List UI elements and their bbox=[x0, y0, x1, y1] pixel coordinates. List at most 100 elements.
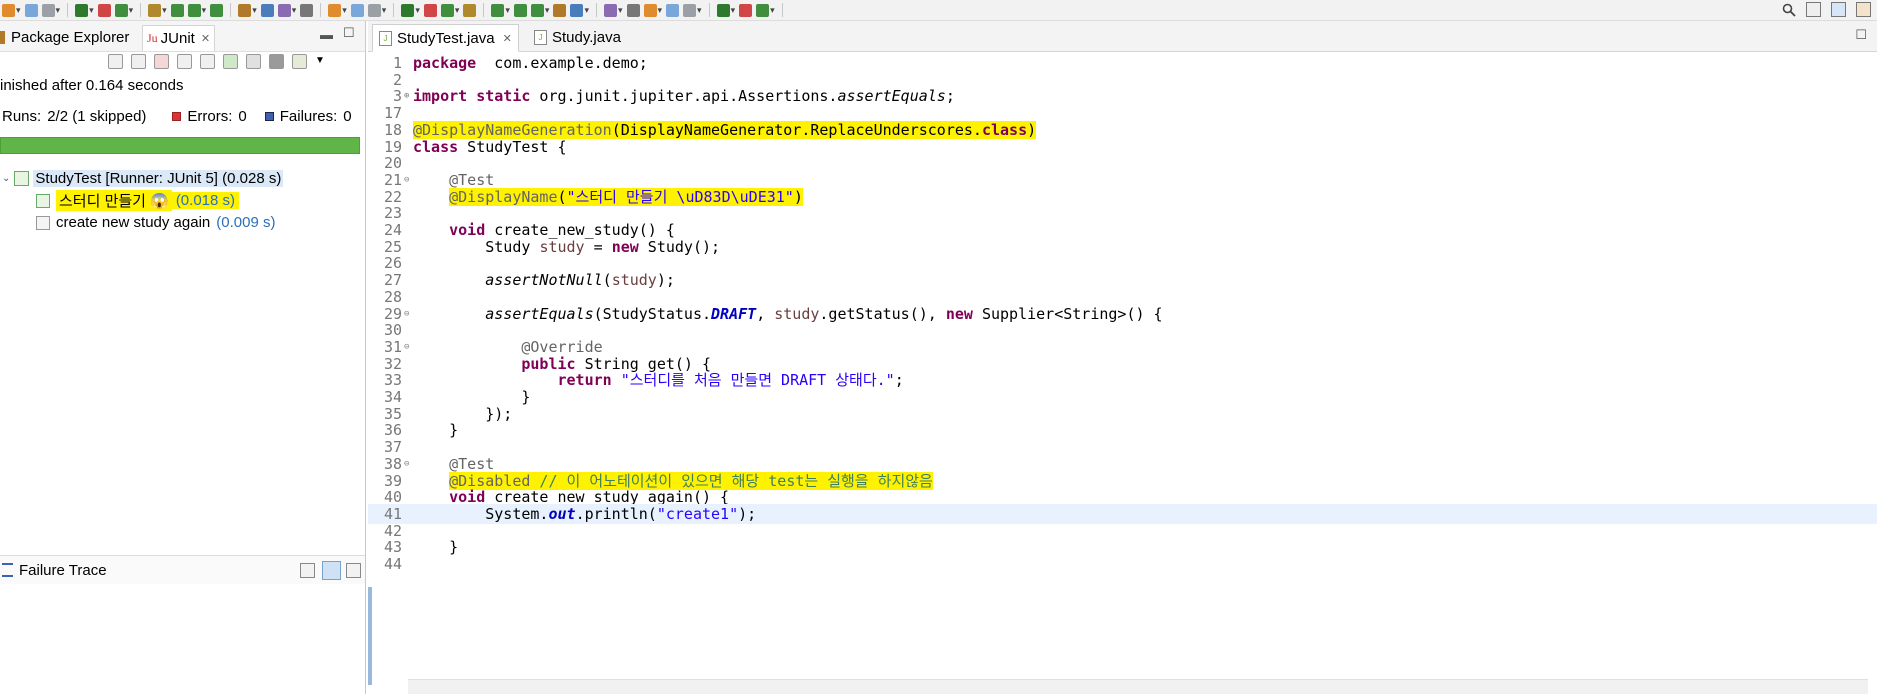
close-icon[interactable]: ✕ bbox=[201, 32, 210, 45]
toolbar-button[interactable]: ▾ bbox=[238, 2, 257, 18]
filter-stack-icon[interactable] bbox=[322, 561, 341, 580]
chevron-down-icon[interactable]: ▾ bbox=[618, 2, 623, 18]
chevron-down-icon[interactable]: ▾ bbox=[455, 2, 460, 18]
chevron-down-icon[interactable]: ⌄ bbox=[2, 173, 10, 184]
history-icon[interactable] bbox=[292, 54, 307, 69]
perspective-icon[interactable] bbox=[1806, 2, 1821, 17]
toolbar-button[interactable]: ▾ bbox=[328, 2, 347, 18]
tree-item-create-study-again[interactable]: create new study again (0.009 s) bbox=[36, 212, 275, 233]
minimize-icon[interactable]: ▬ bbox=[320, 27, 333, 42]
toolbar-button[interactable]: ▾ bbox=[401, 2, 420, 18]
toolbar-action-icon bbox=[75, 3, 89, 17]
chevron-down-icon[interactable]: ▾ bbox=[770, 2, 775, 18]
toolbar-button[interactable]: ▾ bbox=[187, 2, 207, 18]
toolbar-button[interactable]: ▾ bbox=[367, 2, 387, 18]
show-failures-only-icon[interactable] bbox=[154, 54, 169, 69]
scroll-lock-icon[interactable] bbox=[177, 54, 192, 69]
chevron-down-icon[interactable]: ▾ bbox=[56, 2, 61, 18]
toolbar-button[interactable] bbox=[260, 2, 274, 18]
debug-perspective-icon[interactable] bbox=[1856, 2, 1871, 17]
chevron-down-icon[interactable]: ▾ bbox=[505, 2, 510, 18]
tab-studytest-java[interactable]: J StudyTest.java ✕ bbox=[372, 24, 519, 52]
toolbar-action-icon bbox=[716, 3, 730, 17]
java-perspective-icon[interactable] bbox=[1831, 2, 1846, 17]
toolbar-action-icon bbox=[553, 3, 567, 17]
line-number: 44 bbox=[383, 555, 402, 573]
chevron-down-icon[interactable]: ▾ bbox=[731, 2, 736, 18]
test-passed-icon bbox=[36, 193, 50, 208]
toolbar-button[interactable]: ▾ bbox=[603, 2, 623, 18]
toolbar-button[interactable] bbox=[97, 2, 111, 18]
toolbar-button[interactable] bbox=[739, 2, 753, 18]
toolbar-button[interactable]: ▾ bbox=[2, 2, 21, 18]
layout-icon[interactable] bbox=[200, 54, 215, 69]
toolbar-button[interactable]: ▾ bbox=[491, 2, 510, 18]
toolbar-button[interactable]: ▾ bbox=[277, 2, 297, 18]
chevron-down-icon[interactable]: ▾ bbox=[252, 2, 257, 18]
tab-package-explorer[interactable]: Package Explorer bbox=[0, 26, 129, 48]
failures-label: Failures: bbox=[279, 108, 338, 125]
toolbar-button[interactable]: ▾ bbox=[683, 2, 702, 18]
chevron-down-icon[interactable]: ▾ bbox=[162, 2, 167, 18]
toolbar-button[interactable] bbox=[666, 2, 680, 18]
tab-junit[interactable]: Ju JUnit ✕ bbox=[142, 25, 216, 51]
rerun-failed-icon[interactable] bbox=[246, 54, 261, 69]
chevron-down-icon[interactable]: ▾ bbox=[415, 2, 420, 18]
toolbar-action-icon bbox=[350, 3, 364, 17]
tab-study-java[interactable]: J Study.java bbox=[528, 24, 627, 50]
previous-failure-icon[interactable] bbox=[131, 54, 146, 69]
toolbar-separator bbox=[781, 3, 783, 17]
chevron-down-icon[interactable]: ▾ bbox=[16, 2, 21, 18]
toolbar-button[interactable] bbox=[626, 2, 640, 18]
failure-trace-icon bbox=[2, 563, 13, 577]
rerun-icon[interactable] bbox=[223, 54, 238, 69]
stop-icon[interactable] bbox=[269, 54, 284, 69]
toolbar-button[interactable]: ▾ bbox=[643, 2, 663, 18]
next-failure-icon[interactable] bbox=[108, 54, 123, 69]
chevron-down-icon[interactable]: ▾ bbox=[292, 2, 297, 18]
toolbar-button[interactable]: ▾ bbox=[440, 2, 460, 18]
toolbar-button[interactable] bbox=[170, 2, 184, 18]
chevron-down-icon[interactable]: ▾ bbox=[382, 2, 387, 18]
horizontal-scrollbar[interactable] bbox=[408, 679, 1868, 694]
junit-icon: Ju bbox=[147, 31, 158, 45]
toolbar-button[interactable] bbox=[423, 2, 437, 18]
toolbar-button[interactable]: ▾ bbox=[41, 2, 61, 18]
toolbar-button[interactable] bbox=[463, 2, 477, 18]
toolbar-button[interactable] bbox=[210, 2, 224, 18]
chevron-down-icon[interactable]: ▾ bbox=[584, 2, 589, 18]
toolbar-action-icon bbox=[643, 3, 657, 17]
chevron-down-icon[interactable]: ▾ bbox=[129, 2, 134, 18]
code-line[interactable]: 44 bbox=[368, 554, 1877, 574]
toolbar-button[interactable] bbox=[553, 2, 567, 18]
toolbar-button[interactable]: ▾ bbox=[75, 2, 94, 18]
maximize-icon[interactable]: ☐ bbox=[343, 25, 355, 41]
tree-item-create-study[interactable]: 스터디 만들기 😱 (0.018 s) bbox=[36, 190, 240, 211]
toolbar-button[interactable] bbox=[24, 2, 38, 18]
toolbar-button[interactable]: ▾ bbox=[148, 2, 167, 18]
copy-trace-icon[interactable] bbox=[346, 563, 361, 578]
chevron-down-icon[interactable]: ▾ bbox=[202, 2, 207, 18]
toolbar-action-icon bbox=[440, 3, 454, 17]
toolbar-button[interactable]: ▾ bbox=[570, 2, 589, 18]
search-icon[interactable] bbox=[1782, 3, 1796, 17]
toolbar-button[interactable] bbox=[350, 2, 364, 18]
code-area[interactable]: 1 package com.example.demo; 2 3 ⊕ import stat… bbox=[368, 52, 1877, 694]
chevron-down-icon[interactable]: ▾ bbox=[697, 2, 702, 18]
view-menu-icon[interactable]: ▼ bbox=[315, 55, 328, 68]
toolbar-button[interactable]: ▾ bbox=[756, 2, 775, 18]
chevron-down-icon[interactable]: ▾ bbox=[89, 2, 94, 18]
chevron-down-icon[interactable]: ▾ bbox=[342, 2, 347, 18]
toolbar-action-icon bbox=[300, 3, 314, 17]
chevron-down-icon[interactable]: ▾ bbox=[545, 2, 550, 18]
toolbar-button[interactable]: ▾ bbox=[530, 2, 550, 18]
toolbar-button[interactable]: ▾ bbox=[114, 2, 134, 18]
maximize-editor-icon[interactable]: ☐ bbox=[1855, 27, 1867, 43]
toolbar-button[interactable] bbox=[300, 2, 314, 18]
toolbar-button[interactable] bbox=[513, 2, 527, 18]
compare-icon[interactable] bbox=[300, 563, 315, 578]
toolbar-button[interactable]: ▾ bbox=[716, 2, 736, 18]
tree-root[interactable]: ⌄ StudyTest [Runner: JUnit 5] (0.028 s) bbox=[2, 168, 284, 189]
chevron-down-icon[interactable]: ▾ bbox=[658, 2, 663, 18]
close-icon[interactable]: ✕ bbox=[503, 32, 512, 45]
